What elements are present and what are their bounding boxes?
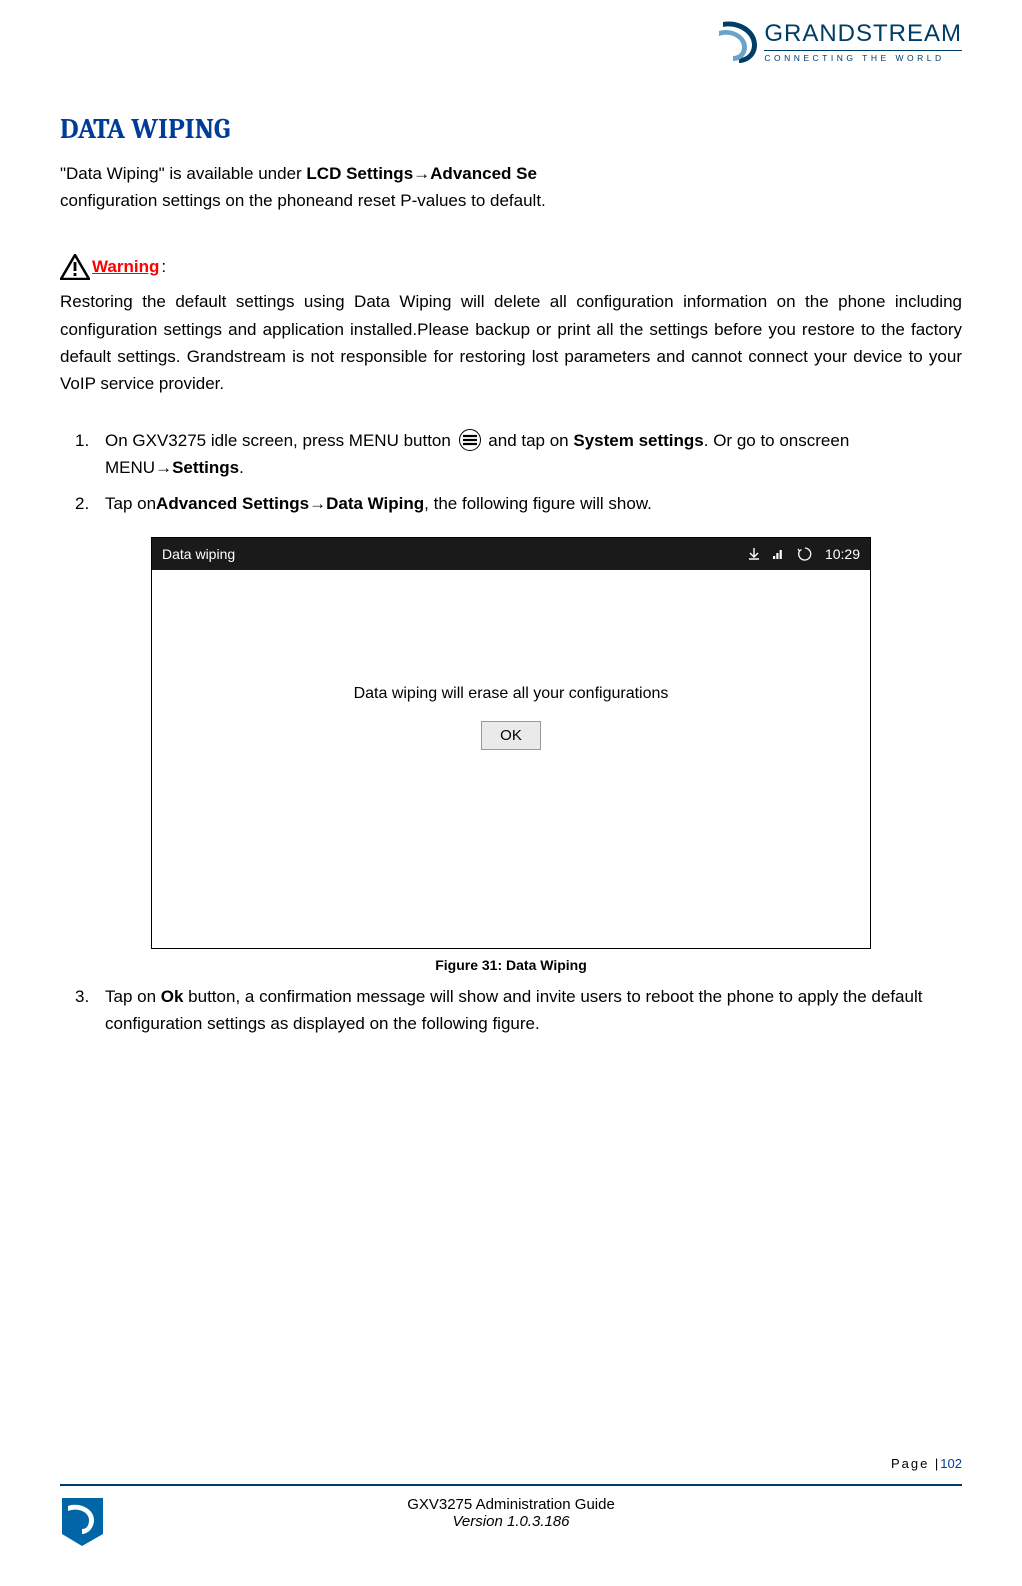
footer-logo-icon [60,1496,105,1546]
step-number: 3. [75,983,105,1010]
figure-statusbar-title: Data wiping [162,546,235,562]
arrow-icon: → [309,494,326,513]
section-title: DATA WIPING [60,113,962,145]
figure-caption: Figure 31: Data Wiping [151,957,871,973]
brand-logo-text: GRANDSTREAM CONNECTING THE WORLD [764,20,962,63]
footer-guide-title: GXV3275 Administration Guide [105,1496,917,1513]
step-number: 2. [75,490,105,517]
footer-guide-version: Version 1.0.3.186 [105,1513,917,1530]
footer-content: GXV3275 Administration Guide Version 1.0… [60,1496,962,1546]
step-2: 2.Tap onAdvanced Settings→Data Wiping, t… [60,490,962,517]
footer-center: GXV3275 Administration Guide Version 1.0… [105,1496,917,1530]
warning-colon: : [161,257,166,277]
intro-bold-1: LCD Settings [306,164,413,183]
figure-wrap: Data wiping 10:29 Data wiping will erase… [151,537,871,973]
intro-text-1: "Data Wiping" is available under [60,164,306,183]
step2-bold2: Data Wiping [326,494,424,513]
figure-statusbar: Data wiping 10:29 [152,538,870,570]
intro-text-2: configuration settings on the phoneand r… [60,191,546,210]
step1-text1: On GXV3275 idle screen, press MENU butto… [105,431,456,450]
brand-tagline: CONNECTING THE WORLD [764,50,962,63]
step2-text1: Tap on [105,494,156,513]
arrow-icon: → [413,164,430,183]
brand-name: GRANDSTREAM [764,20,962,48]
page-footer: Page |102 GXV3275 Administration Guide V… [60,1484,962,1546]
footer-page: Page |102 [891,1456,962,1471]
step-list: 1.On GXV3275 idle screen, press MENU but… [60,427,962,517]
page-header: GRANDSTREAM CONNECTING THE WORLD [60,20,962,63]
footer-divider [60,1484,962,1486]
step1-text4: . [239,458,244,477]
footer-page-label: Page | [891,1456,940,1471]
step3-text1: Tap on [105,987,161,1006]
figure-ok-button[interactable]: OK [481,721,541,750]
step-number: 1. [75,427,105,454]
footer-page-number: 102 [940,1456,962,1471]
step1-bold1: System settings [573,431,703,450]
figure-statusbar-right: 10:29 [747,546,860,562]
figure-body: Data wiping will erase all your configur… [152,570,870,948]
figure-message: Data wiping will erase all your configur… [354,685,669,703]
brand-logo: GRANDSTREAM CONNECTING THE WORLD [719,20,962,63]
warning-header: Warning: [60,254,962,280]
step2-bold1: Advanced Settings [156,494,309,513]
intro-bold-2: Advanced Se [430,164,537,183]
refresh-icon [797,546,813,562]
step-3: 3.Tap on Ok button, a confirmation messa… [60,983,962,1037]
step3-bold1: Ok [161,987,184,1006]
arrow-icon: → [155,458,172,477]
signal-icon [773,547,785,561]
step1-text2: and tap on [484,431,574,450]
step1-bold2: Settings [172,458,239,477]
grandstream-logo-icon [719,21,759,63]
step-1: 1.On GXV3275 idle screen, press MENU but… [60,427,962,481]
warning-label: Warning [92,257,159,277]
warning-block: Warning: Restoring the default settings … [60,254,962,397]
step-list-2: 3.Tap on Ok button, a confirmation messa… [60,983,962,1037]
figure-screenshot: Data wiping 10:29 Data wiping will erase… [151,537,871,949]
step2-text2: , the following figure will show. [424,494,652,513]
warning-text: Restoring the default settings using Dat… [60,288,962,397]
figure-statusbar-time: 10:29 [825,546,860,562]
warning-triangle-icon [60,254,90,280]
step3-text2: button, a confirmation message will show… [105,987,922,1033]
menu-hamburger-icon [456,429,484,451]
intro-paragraph: "Data Wiping" is available under LCD Set… [60,160,962,214]
download-icon [747,547,761,561]
